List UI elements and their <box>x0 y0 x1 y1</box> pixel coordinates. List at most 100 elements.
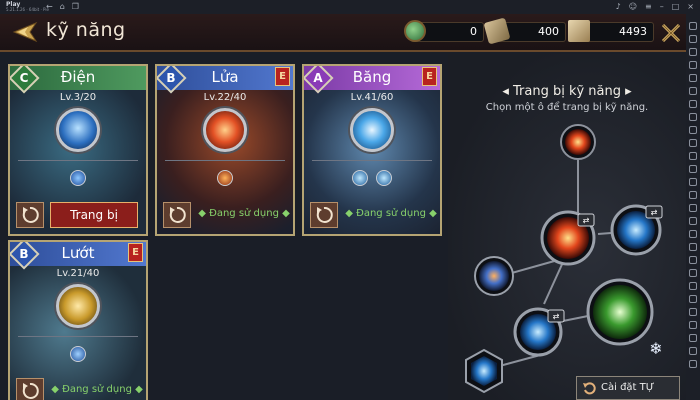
game-viewport: kỹ năng 0 400 4493 Điện C Lv.3/20 Trang … <box>0 14 686 400</box>
jade-icon <box>404 20 426 42</box>
auto-setup-button[interactable]: Cài đặt TỰ ĐỘNG <box>576 376 680 400</box>
wind-slot-icon[interactable] <box>586 278 654 346</box>
swap-icon[interactable]: ⇄ <box>645 205 663 219</box>
card-name: Lướt <box>61 244 95 262</box>
card-divider <box>18 160 138 161</box>
ice-rune-icon[interactable] <box>352 170 368 186</box>
grade-letter: B <box>166 71 176 85</box>
sidebar-tool-icon[interactable] <box>689 165 697 173</box>
maximize-icon[interactable]: □ <box>672 2 680 11</box>
window-controls: ♪ ☺ ≡ – □ × <box>616 2 694 11</box>
sidebar-tool-icon[interactable] <box>689 191 697 199</box>
svg-text:⇄: ⇄ <box>651 208 658 217</box>
auto-setup-label: Cài đặt TỰ ĐỘNG <box>601 382 655 393</box>
resource-jade-value: 0 <box>470 25 477 38</box>
sidebar-tool-icon[interactable] <box>689 74 697 82</box>
fire-rune-icon[interactable] <box>217 170 233 186</box>
swap-icon[interactable]: ⇄ <box>547 309 565 323</box>
sidebar-tool-icon[interactable] <box>689 269 697 277</box>
sidebar-tool-icon[interactable] <box>689 256 697 264</box>
equipped-badge: E <box>128 243 143 262</box>
in-use-status: ◆ Đang sử dụng ◆ <box>345 208 437 219</box>
copy-icon[interactable]: ❐ <box>72 2 79 11</box>
swap-icon[interactable]: ⇄ <box>577 213 595 227</box>
ice-rune-icon[interactable] <box>376 170 392 186</box>
dash-rune-icon[interactable] <box>70 346 86 362</box>
sidebar-tool-icon[interactable] <box>689 308 697 316</box>
menu-icon[interactable]: ≡ <box>645 2 652 11</box>
bell-icon[interactable]: ♪ <box>616 2 621 11</box>
ice-skill-icon[interactable] <box>350 108 394 152</box>
sidebar-tool-icon[interactable] <box>689 22 697 30</box>
user-icon[interactable]: ☺ <box>629 2 637 11</box>
reset-button[interactable] <box>16 202 44 228</box>
card-name: Băng <box>352 68 392 86</box>
sidebar-tool-icon[interactable] <box>689 87 697 95</box>
hex-skill-slot-icon[interactable] <box>465 348 503 394</box>
sidebar-tool-icon[interactable] <box>689 217 697 225</box>
skill-card-bang[interactable]: Băng A E Lv.41/60 ◆ Đang sử dụng ◆ <box>302 64 442 236</box>
skill-card-dien[interactable]: Điện C Lv.3/20 Trang bị <box>8 64 148 236</box>
fire-skill-icon[interactable] <box>203 108 247 152</box>
back-button[interactable] <box>6 19 40 45</box>
skill-level: Lv.22/40 <box>203 92 247 103</box>
resource-scroll: 400 <box>483 17 566 45</box>
close-button[interactable] <box>660 22 682 44</box>
in-use-status: ◆ Đang sử dụng ◆ <box>198 208 290 219</box>
lightning-skill-icon[interactable] <box>56 108 100 152</box>
sidebar-tool-icon[interactable] <box>689 347 697 355</box>
mixed-slot-icon[interactable] <box>474 256 514 296</box>
sidebar-tool-icon[interactable] <box>689 126 697 134</box>
sidebar-tool-icon[interactable] <box>689 295 697 303</box>
close-icon[interactable]: × <box>687 2 694 11</box>
sidebar-tool-icon[interactable] <box>689 61 697 69</box>
equip-button[interactable]: Trang bị <box>50 202 138 228</box>
tree-link <box>507 259 559 275</box>
refresh-icon <box>22 206 39 223</box>
skill-card-lua[interactable]: Lửa B E Lv.22/40 ◆ Đang sử dụng ◆ <box>155 64 295 236</box>
sidebar-tool-icon[interactable] <box>689 35 697 43</box>
page-title: kỹ năng <box>46 19 126 41</box>
sidebar-tool-icon[interactable] <box>689 230 697 238</box>
home-icon[interactable]: ⌂ <box>60 2 65 11</box>
svg-text:❄: ❄ <box>649 339 662 358</box>
snowflake-icon: ❄ <box>649 339 662 358</box>
card-divider <box>312 160 432 161</box>
sidebar-tool-icon[interactable] <box>689 334 697 342</box>
skill-card-luot[interactable]: Lướt B E Lv.21/40 ◆ Đang sử dụng ◆ <box>8 240 148 400</box>
book-icon <box>568 20 590 42</box>
grade-letter: C <box>19 71 29 85</box>
crossed-swords-icon <box>661 23 681 43</box>
dash-skill-icon[interactable] <box>56 284 100 328</box>
sidebar-tool-icon[interactable] <box>689 243 697 251</box>
reset-button[interactable] <box>16 378 44 400</box>
svg-text:⇄: ⇄ <box>553 312 560 321</box>
card-name: Điện <box>60 68 96 86</box>
skill-level: Lv.41/60 <box>350 92 394 103</box>
sidebar-tool-icon[interactable] <box>689 204 697 212</box>
sidebar-tool-icon[interactable] <box>689 152 697 160</box>
sidebar-tool-icon[interactable] <box>689 100 697 108</box>
lightning-rune-icon[interactable] <box>70 170 86 186</box>
top-bar: kỹ năng 0 400 4493 <box>0 14 686 52</box>
sidebar-tool-icon[interactable] <box>689 282 697 290</box>
reset-button[interactable] <box>310 202 338 228</box>
equipped-badge: E <box>422 67 437 86</box>
reset-button[interactable] <box>163 202 191 228</box>
sidebar-tool-icon[interactable] <box>689 139 697 147</box>
sidebar-tool-icon[interactable] <box>689 360 697 368</box>
sidebar-tool-icon[interactable] <box>689 178 697 186</box>
card-divider <box>18 336 138 337</box>
sidebar-tool-icon[interactable] <box>689 113 697 121</box>
sidebar-tool-icon[interactable] <box>689 321 697 329</box>
sidebar-tool-icon[interactable] <box>689 48 697 56</box>
minimize-icon[interactable]: – <box>660 2 664 11</box>
equipped-badge: E <box>275 67 290 86</box>
emulator-titlebar: Play 5.21.1.26 · 64bit · Pie ← ⌂ ❐ ♪ ☺ ≡… <box>0 0 700 14</box>
fire-slot-icon[interactable] <box>560 124 596 160</box>
back-icon[interactable]: ← <box>46 2 53 11</box>
card-divider <box>165 160 285 161</box>
refresh-icon <box>316 206 333 223</box>
resource-scroll-value: 400 <box>538 25 559 38</box>
app-window: Play 5.21.1.26 · 64bit · Pie ← ⌂ ❐ ♪ ☺ ≡… <box>0 0 700 400</box>
